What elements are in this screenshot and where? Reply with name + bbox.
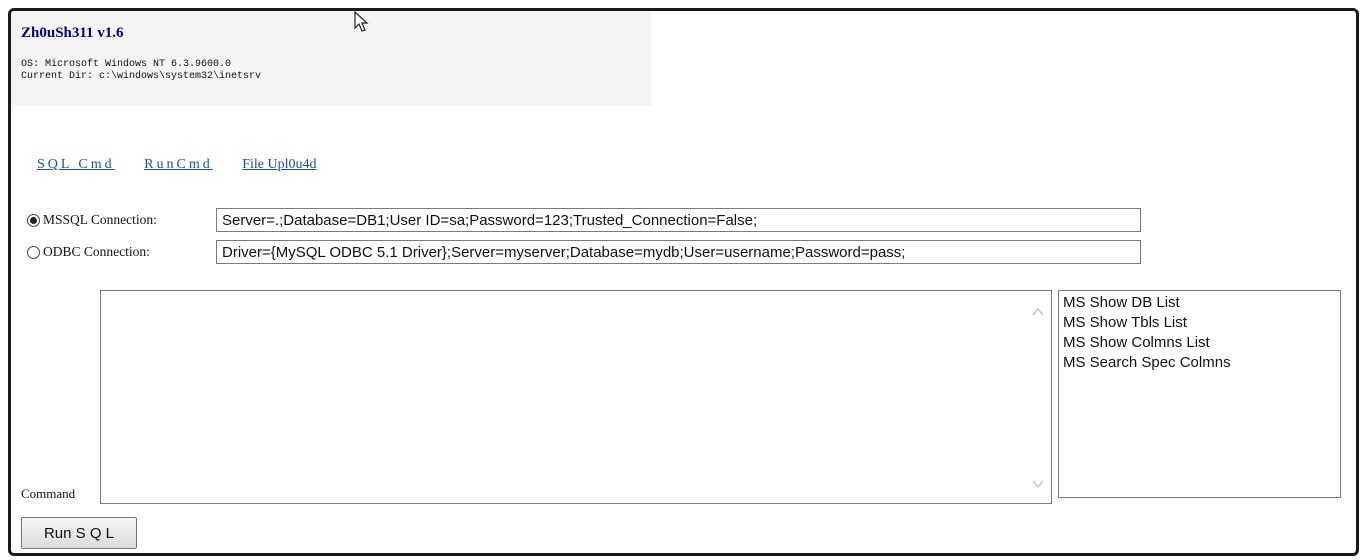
odbc-connection-input[interactable]	[216, 240, 1141, 264]
query-template-list[interactable]: MS Show DB List MS Show Tbls List MS Sho…	[1058, 290, 1341, 498]
command-textarea[interactable]	[100, 290, 1052, 504]
command-label: Command	[21, 486, 76, 501]
file-upload-link[interactable]: File Upl0u4d	[242, 157, 316, 172]
page-title: Zh0uSh311 v1.6	[21, 25, 124, 41]
mssql-connection-row: MSSQL Connection:	[27, 208, 221, 232]
list-item[interactable]: MS Show Tbls List	[1063, 313, 1336, 333]
shell-page: Zh0uSh311 v1.6 OS: Microsoft Windows NT …	[8, 8, 1359, 556]
mssql-label: MSSQL Connection:	[43, 212, 157, 227]
run-cmd-link[interactable]: RunCmd	[144, 157, 213, 172]
os-info: OS: Microsoft Windows NT 6.3.9600.0	[21, 59, 232, 70]
run-sql-button[interactable]: Run S Q L	[21, 517, 137, 549]
system-info: OS: Microsoft Windows NT 6.3.9600.0 Curr…	[21, 59, 261, 83]
odbc-connection-row: ODBC Connection:	[27, 240, 221, 264]
sql-cmd-link[interactable]: SQL Cmd	[37, 157, 115, 172]
list-item[interactable]: MS Show DB List	[1063, 293, 1336, 313]
mssql-connection-input[interactable]	[216, 208, 1141, 232]
odbc-label: ODBC Connection:	[43, 244, 150, 259]
chevron-up-icon[interactable]	[1031, 305, 1045, 319]
list-item[interactable]: MS Search Spec Colmns	[1063, 353, 1336, 373]
chevron-down-icon[interactable]	[1031, 477, 1045, 491]
list-item[interactable]: MS Show Colmns List	[1063, 333, 1336, 353]
current-dir-info: Current Dir: c:\windows\system32\inetsrv	[21, 71, 262, 82]
nav-links: SQL Cmd RunCmd File Upl0u4d	[37, 157, 343, 173]
mouse-pointer-icon	[354, 11, 369, 32]
odbc-radio[interactable]	[27, 245, 40, 259]
mssql-radio[interactable]	[27, 213, 40, 227]
